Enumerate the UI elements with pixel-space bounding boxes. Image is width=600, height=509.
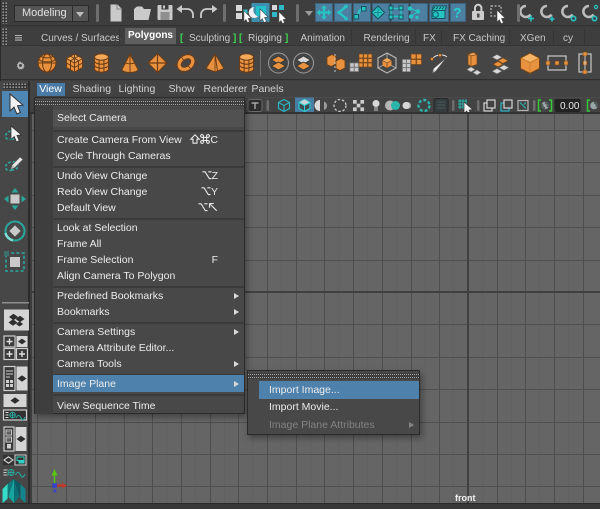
svg-text:?: ? <box>453 5 462 21</box>
svg-text:0.00: 0.00 <box>560 101 580 112</box>
